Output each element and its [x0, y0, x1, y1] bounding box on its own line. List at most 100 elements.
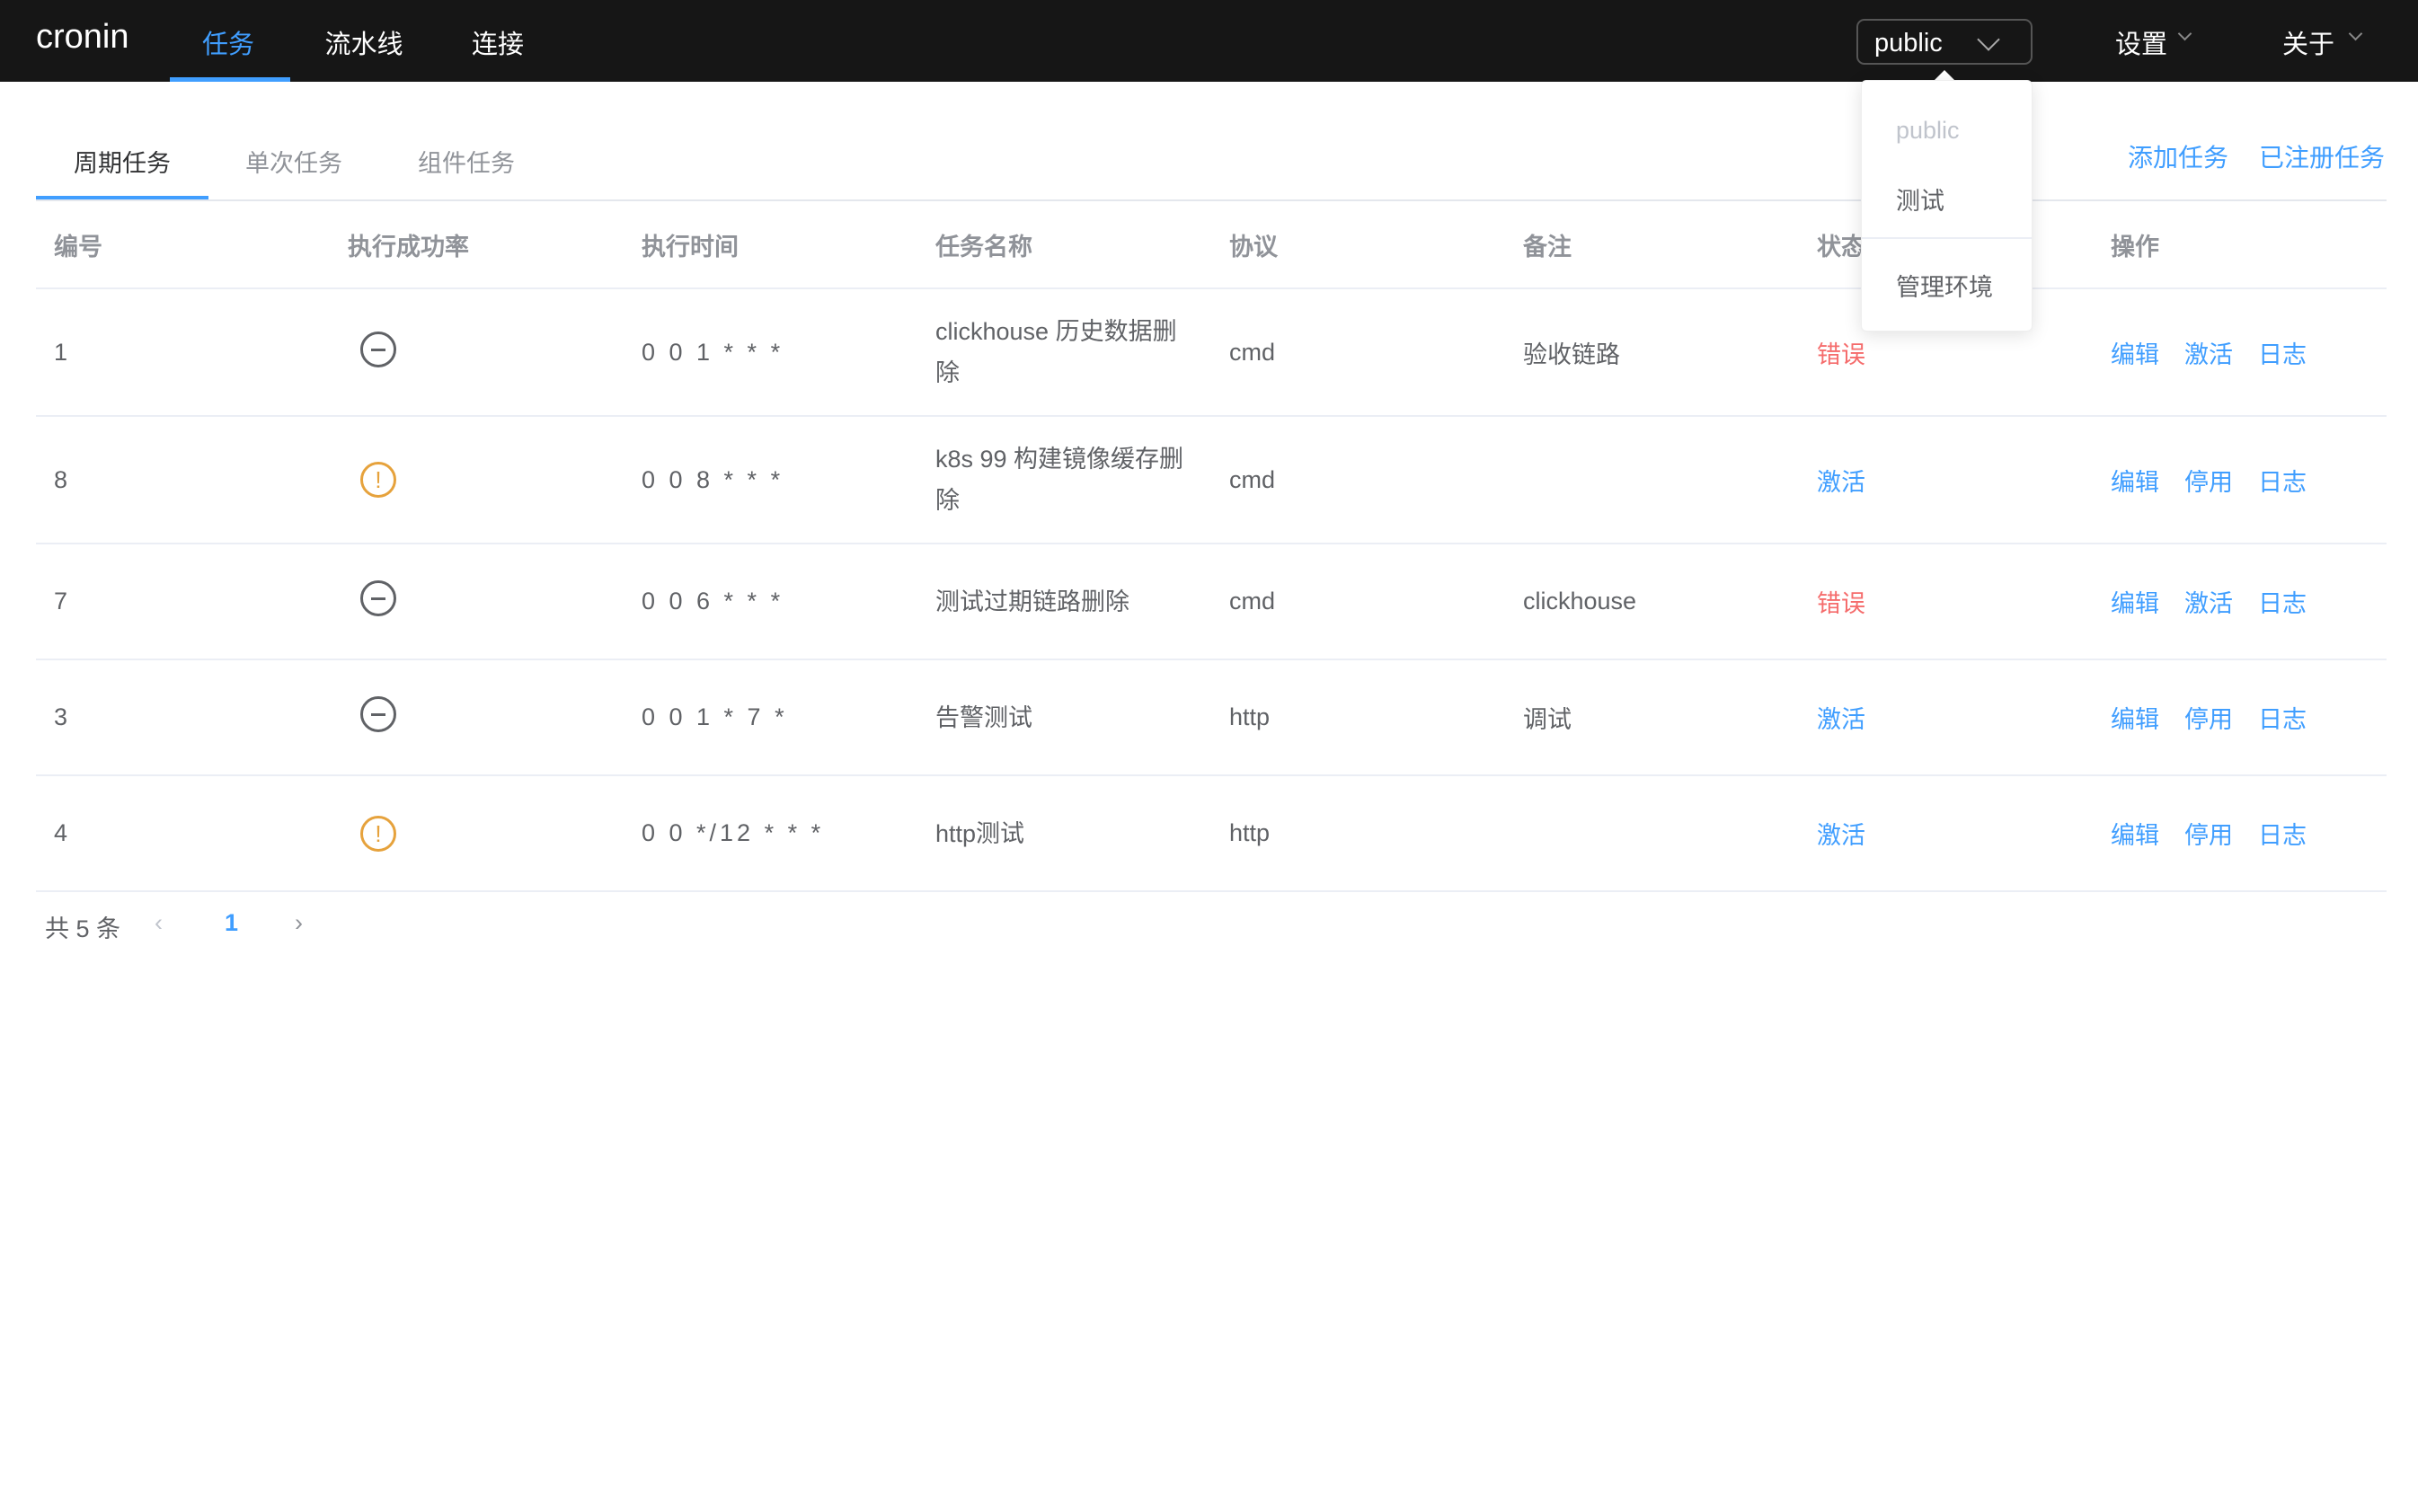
cell-id: 8 — [36, 416, 330, 544]
cell-status: 错误 — [1799, 544, 2093, 660]
cell-protocol: cmd — [1211, 288, 1505, 417]
about-menu[interactable]: 关于 — [2282, 23, 2363, 61]
cell-note — [1505, 416, 1799, 544]
cell-id: 7 — [36, 544, 330, 660]
page-1-button[interactable]: 1 — [225, 909, 238, 937]
settings-menu[interactable]: 设置 — [2115, 23, 2192, 61]
cell-task-name: clickhouse 历史数据删除 — [917, 288, 1211, 417]
warning-circle-icon: ! — [360, 462, 396, 498]
col-success-rate: 执行成功率 — [330, 201, 624, 289]
cell-status: 激活 — [1799, 416, 2093, 544]
chevron-down-icon — [1977, 28, 2000, 51]
task-table: 编号 执行成功率 执行时间 任务名称 协议 备注 状态 操作 10 0 1 * … — [36, 201, 2387, 892]
cell-note: clickhouse — [1505, 544, 1799, 660]
cell-actions: 编辑 停用 日志 — [2093, 416, 2387, 544]
cell-success-rate — [330, 659, 624, 776]
cell-success-rate — [330, 288, 624, 417]
env-select[interactable]: public — [1856, 19, 2033, 65]
chevron-down-icon — [2348, 26, 2363, 41]
toggle-button[interactable]: 停用 — [2184, 822, 2233, 849]
cell-success-rate — [330, 544, 624, 660]
edit-button[interactable]: 编辑 — [2111, 706, 2159, 733]
tab-periodic[interactable]: 周期任务 — [74, 144, 171, 179]
edit-button[interactable]: 编辑 — [2111, 590, 2159, 617]
warning-circle-icon: ! — [360, 815, 396, 852]
table-row: 10 0 1 * * * clickhouse 历史数据删除 cmd 验收链路 错误 编辑… — [36, 288, 2387, 417]
env-option-test[interactable]: 测试 — [1896, 181, 1944, 217]
col-note: 备注 — [1505, 201, 1799, 289]
minus-circle-icon — [360, 696, 396, 732]
table-row: 7 0 0 6 * * * 测试过期链路删除 cmd clickhouse 错误 编辑 激活日… — [36, 544, 2387, 660]
log-button[interactable]: 日志 — [2258, 341, 2307, 368]
col-protocol: 协议 — [1211, 201, 1505, 289]
cell-protocol: http — [1211, 659, 1505, 776]
log-button[interactable]: 日志 — [2258, 590, 2307, 617]
dropdown-divider — [1862, 237, 2032, 239]
settings-label: 设置 — [2115, 31, 2168, 59]
log-button[interactable]: 日志 — [2258, 822, 2307, 849]
edit-button[interactable]: 编辑 — [2111, 822, 2159, 849]
log-button[interactable]: 日志 — [2258, 706, 2307, 733]
cell-status: 激活 — [1799, 775, 2093, 892]
toggle-button[interactable]: 停用 — [2184, 706, 2233, 733]
cell-task-name: 告警测试 — [917, 659, 1211, 776]
col-task-name: 任务名称 — [917, 201, 1211, 289]
cell-task-name: 测试过期链路删除 — [917, 544, 1211, 660]
tab-once[interactable]: 单次任务 — [245, 144, 342, 179]
cell-id: 1 — [36, 288, 330, 417]
registered-tasks-link[interactable]: 已注册任务 — [2259, 138, 2385, 174]
minus-circle-icon — [360, 331, 396, 367]
add-task-link[interactable]: 添加任务 — [2128, 138, 2228, 174]
cell-success-rate: ! — [330, 775, 624, 892]
manage-env-option[interactable]: 管理环境 — [1896, 268, 1993, 303]
toggle-button[interactable]: 激活 — [2184, 590, 2233, 617]
prev-page-button[interactable]: ‹ — [155, 909, 163, 937]
cell-protocol: http — [1211, 775, 1505, 892]
col-id: 编号 — [36, 201, 330, 289]
cell-note — [1505, 775, 1799, 892]
cell-exec-time: 0 0 */12 * * * — [624, 775, 917, 892]
nav-pipeline[interactable]: 流水线 — [324, 23, 403, 61]
cell-exec-time: 0 0 6 * * * — [624, 544, 917, 660]
cell-task-name: k8s 99 构建镜像缓存删除 — [917, 416, 1211, 544]
edit-button[interactable]: 编辑 — [2111, 469, 2159, 496]
nav-tasks[interactable]: 任务 — [202, 23, 254, 61]
table-row: 3 0 0 1 * 7 * 告警测试 http 调试 激活 编辑 停用 日志 — [36, 659, 2387, 776]
cell-success-rate: ! — [330, 416, 624, 544]
about-label: 关于 — [2282, 31, 2335, 59]
nav-connections[interactable]: 连接 — [472, 23, 524, 61]
pagination-total: 共 5 条 — [45, 915, 121, 942]
cell-status: 激活 — [1799, 659, 2093, 776]
table-row: 8! 0 0 8 * * * k8s 99 构建镜像缓存删除 cmd 激活 编辑 停用 日志 — [36, 416, 2387, 544]
col-actions: 操作 — [2093, 201, 2387, 289]
cell-actions: 编辑 激活 日志 — [2093, 544, 2387, 660]
cell-id: 3 — [36, 659, 330, 776]
next-page-button[interactable]: › — [295, 909, 303, 937]
cell-exec-time: 0 0 1 * 7 * — [624, 659, 917, 776]
cell-task-name: http测试 — [917, 775, 1211, 892]
logo: cronin — [36, 18, 129, 56]
table-row: 4! 0 0 */12 * * * http测试 http 激活 编辑 停用 日志 — [36, 775, 2387, 892]
top-navbar: cronin 任务 流水线 连接 public 设置 关于 — [0, 0, 2418, 82]
cell-note: 验收链路 — [1505, 288, 1799, 417]
col-exec-time: 执行时间 — [624, 201, 917, 289]
cell-exec-time: 0 0 8 * * * — [624, 416, 917, 544]
env-select-value: public — [1874, 29, 1943, 57]
cell-exec-time: 0 0 1 * * * — [624, 288, 917, 417]
cell-actions: 编辑 停用 日志 — [2093, 659, 2387, 776]
tab-component[interactable]: 组件任务 — [418, 144, 515, 179]
env-dropdown: public 测试 管理环境 — [1861, 80, 2033, 332]
edit-button[interactable]: 编辑 — [2111, 341, 2159, 368]
log-button[interactable]: 日志 — [2258, 469, 2307, 496]
cell-protocol: cmd — [1211, 416, 1505, 544]
nav-active-indicator — [170, 77, 290, 82]
cell-actions: 编辑 激活 日志 — [2093, 288, 2387, 417]
minus-circle-icon — [360, 580, 396, 616]
toggle-button[interactable]: 停用 — [2184, 469, 2233, 496]
toggle-button[interactable]: 激活 — [2184, 341, 2233, 368]
chevron-down-icon — [2177, 26, 2192, 41]
cell-note: 调试 — [1505, 659, 1799, 776]
env-option-public[interactable]: public — [1896, 117, 1960, 145]
cell-actions: 编辑 停用 日志 — [2093, 775, 2387, 892]
cell-id: 4 — [36, 775, 330, 892]
